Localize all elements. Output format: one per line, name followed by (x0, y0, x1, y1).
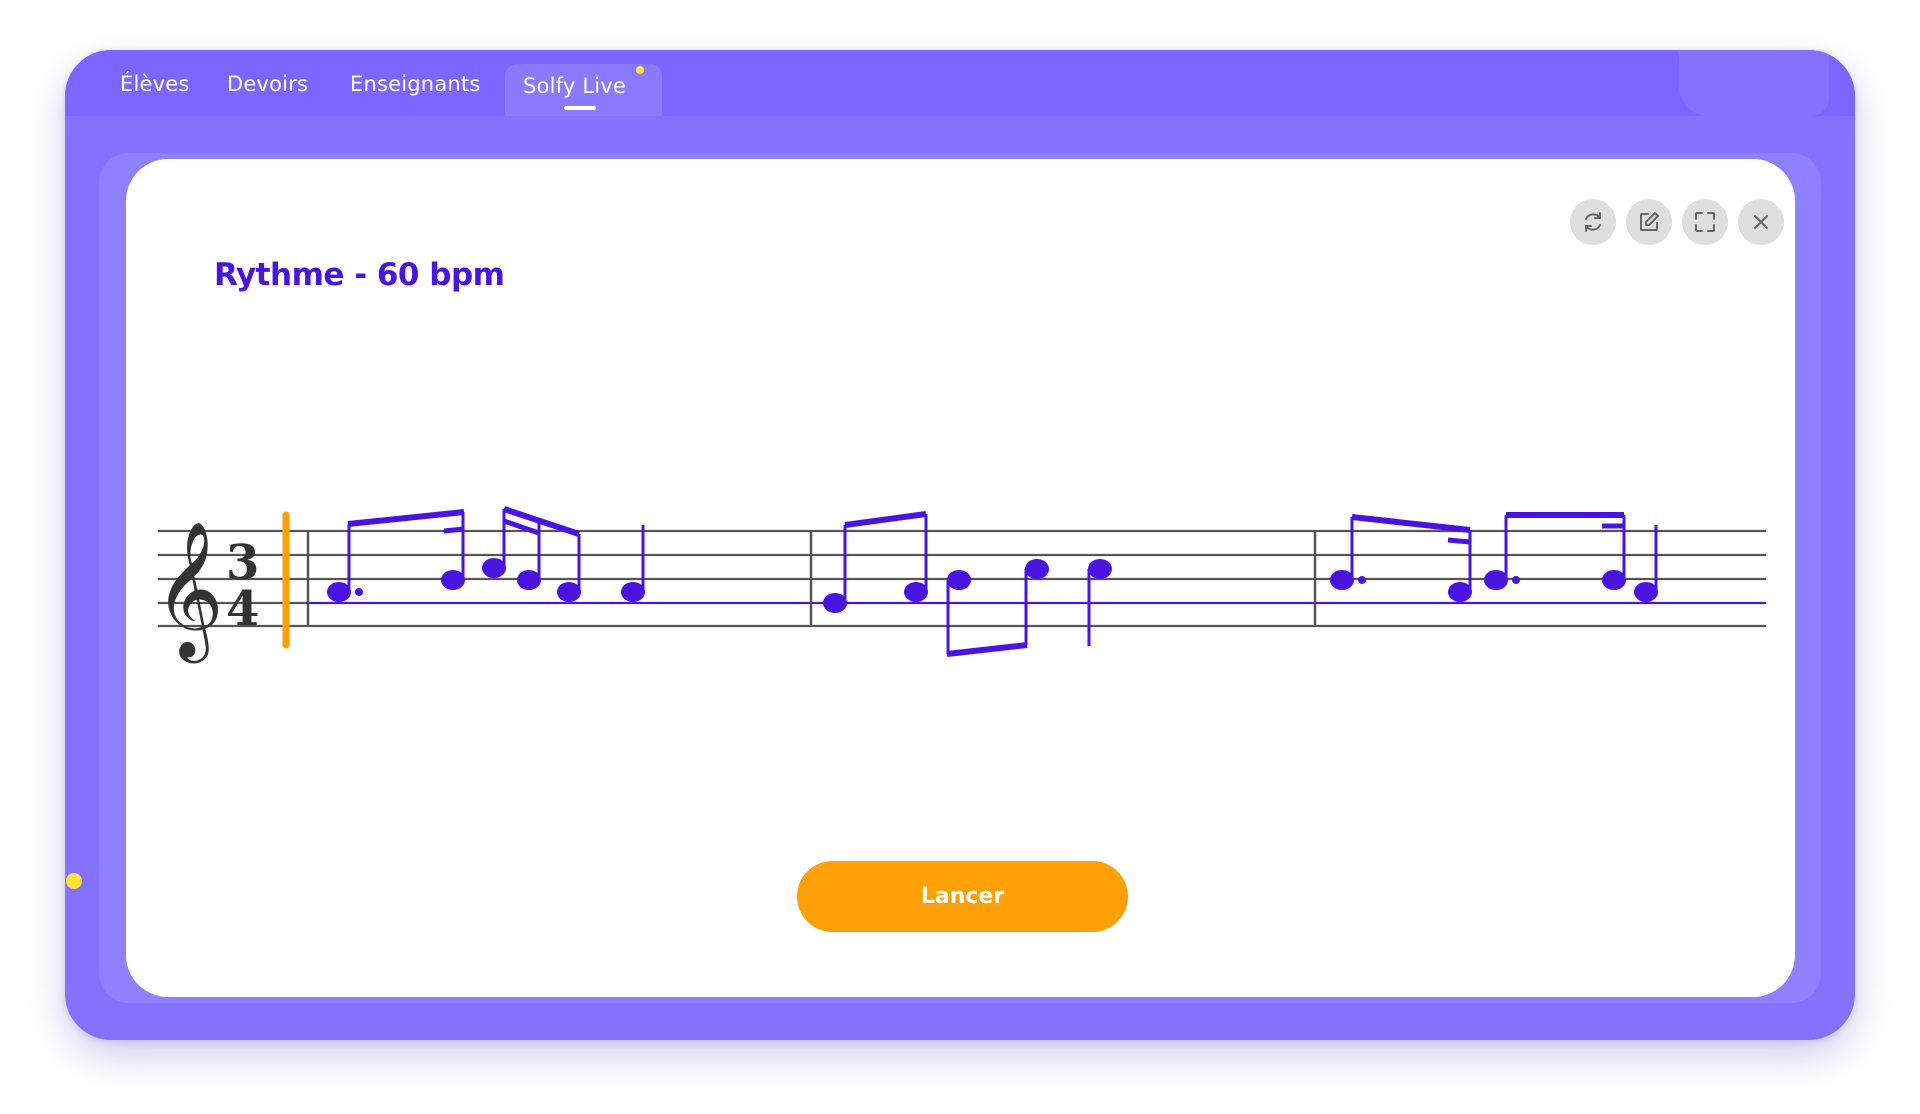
music-score: 𝄞 3 4 (154, 506, 1766, 663)
note-group-m3-beam1 (1330, 514, 1472, 602)
active-tab-underline (563, 106, 596, 110)
note-quarter-m3 (1634, 525, 1658, 602)
tab-label: Devoirs (227, 72, 309, 96)
note-group-m2-beam2 (946, 559, 1049, 657)
tab-bar-notch (1679, 50, 1829, 116)
treble-clef-icon: 𝄞 (154, 519, 224, 663)
tab-devoirs[interactable]: Devoirs (227, 64, 308, 104)
tab-label: Enseignants (350, 72, 481, 96)
side-indicator-dot (66, 873, 82, 889)
tab-solfy-live[interactable]: Solfy Live (505, 64, 663, 116)
exercise-card: Rythme - 60 bpm 𝄞 3 4 Lancer (126, 159, 1795, 997)
tab-label: Élèves (120, 72, 190, 96)
note-group-m1-beam1 (327, 509, 465, 602)
launch-button[interactable]: Lancer (797, 861, 1128, 932)
tab-bar: Élèves Devoirs Enseignants Solfy Live (65, 50, 1855, 116)
tab-eleves[interactable]: Élèves (120, 64, 190, 104)
tab-enseignants[interactable]: Enseignants (350, 64, 480, 104)
live-indicator-dot (636, 66, 645, 74)
note-group-m2-beam1 (823, 511, 928, 613)
tab-label: Solfy Live (523, 74, 627, 98)
time-signature-bottom: 4 (226, 581, 259, 637)
note-quarter-m1 (621, 525, 645, 602)
